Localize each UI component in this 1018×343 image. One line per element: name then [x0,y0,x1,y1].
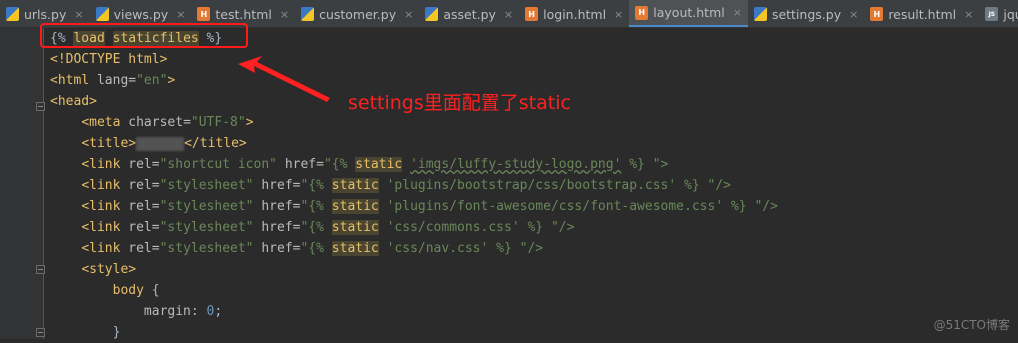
annotation-text: settings里面配置了static [348,92,571,114]
highlight-box [40,23,248,48]
tab-label: asset.py [443,6,496,22]
tab-settings-py[interactable]: settings.py × [748,0,864,27]
tab-label: login.html [543,6,607,22]
fold-toggle-icon[interactable] [36,102,45,111]
tab-label: result.html [888,6,957,22]
line-gutter [0,28,45,339]
code-line: <link rel="stylesheet" href="{% static '… [81,178,731,193]
code-line: margin: 0; [143,304,223,319]
close-tab-icon[interactable]: × [504,8,513,21]
redacted-text [136,136,185,151]
code-editor[interactable]: {% load staticfiles %} <!DOCTYPE html> <… [50,28,1018,343]
tab-label: layout.html [653,5,725,20]
tab-layout-html[interactable]: Hlayout.html × [629,0,748,27]
tab-jquery-3-3-1[interactable]: JS jquery-3.3.1 [979,0,1018,27]
code-line: <meta charset="UTF-8"> [81,115,254,130]
code-line: <link rel="stylesheet" href="{% static '… [81,199,778,214]
code-line: body { [112,283,160,298]
watermark: @51CTO博客 [933,318,1010,332]
code-line: <link rel="stylesheet" href="{% static '… [81,220,575,235]
tab-label: customer.py [319,6,397,22]
code-line: <!DOCTYPE html> [50,52,168,67]
close-tab-icon[interactable]: × [280,8,289,21]
tab-label: test.html [215,6,272,22]
code-line: <link rel="shortcut icon" href="{% stati… [81,157,669,172]
close-tab-icon[interactable]: × [849,8,858,21]
code-line: <link rel="stylesheet" href="{% static '… [81,241,544,256]
code-line: <style> [81,262,137,277]
py-file-icon [6,7,19,21]
tab-customer-py[interactable]: customer.py × [295,0,419,27]
js-file-icon: JS [985,7,999,21]
tab-result-html[interactable]: Hresult.html × [864,0,979,27]
tab-label: jquery-3.3.1 [1003,6,1018,22]
code-line: } [112,325,121,340]
html-file-icon: H [197,7,211,21]
close-tab-icon[interactable]: × [176,8,185,21]
fold-toggle-icon[interactable] [36,328,45,337]
tab-label: settings.py [771,6,842,22]
tab-login-html[interactable]: Hlogin.html × [519,0,629,27]
tab-label: views.py [113,6,169,22]
code-line: <title> </title> [81,136,247,151]
py-file-icon [95,7,109,21]
tab-asset-py[interactable]: asset.py × [419,0,519,27]
close-tab-icon[interactable]: × [964,8,973,21]
close-tab-icon[interactable]: × [74,8,83,21]
fold-toggle-icon[interactable] [36,265,45,274]
html-file-icon: H [525,7,539,21]
py-file-icon [425,7,439,21]
html-file-icon: H [635,5,649,20]
html-file-icon: H [870,7,884,21]
tab-label: urls.py [24,6,67,22]
py-file-icon [753,7,767,21]
close-tab-icon[interactable]: × [404,8,413,21]
close-tab-icon[interactable]: × [614,8,623,21]
close-tab-icon[interactable]: × [733,6,742,19]
py-file-icon [301,7,315,21]
